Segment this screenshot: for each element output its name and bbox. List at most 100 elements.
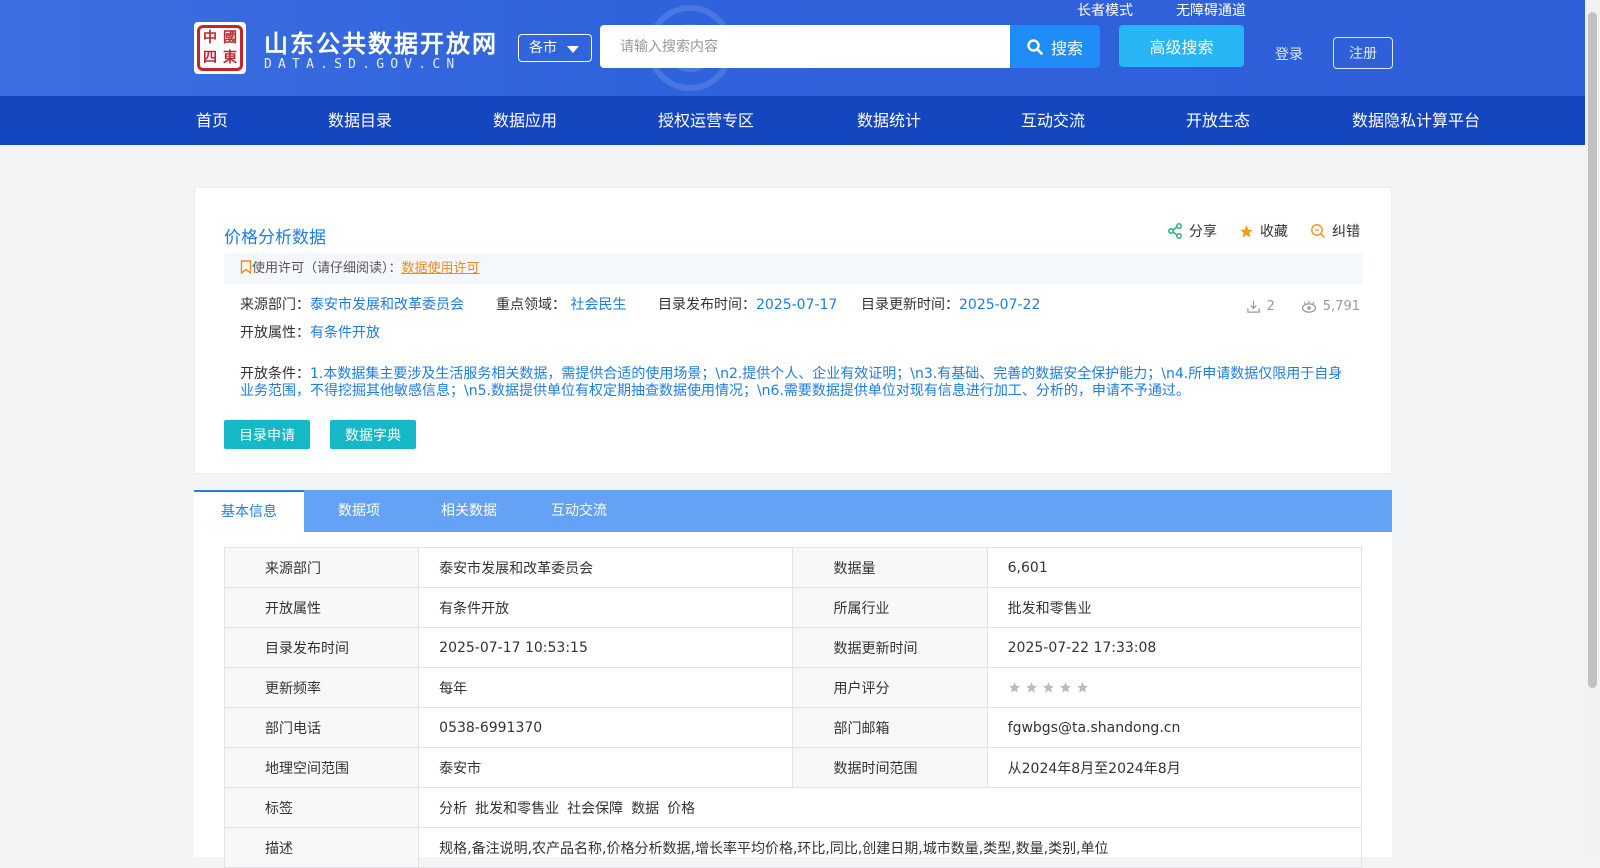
view-count: 5,791 <box>1301 299 1360 314</box>
meta-update-time: 目录更新时间：2025-07-22 <box>861 294 1040 314</box>
table-row: 标签 分析 批发和零售业 社会保障 数据 价格 <box>223 787 1362 828</box>
star-icon[interactable] <box>1042 681 1055 694</box>
report-error-button[interactable]: 纠错 <box>1310 221 1360 241</box>
table-row: 更新频率 每年 用户评分 <box>223 667 1363 708</box>
info-label: 数据量 <box>792 547 988 588</box>
share-button[interactable]: 分享 <box>1167 221 1217 241</box>
open-conditions: 开放条件：1.本数据集主要涉及生活服务相关数据，需提供合适的使用场景；\n2.提… <box>240 366 1350 400</box>
advanced-search-button[interactable]: 高级搜索 <box>1119 25 1244 67</box>
license-notice: 使用许可（请仔细阅读）：数据使用许可 <box>224 253 1362 284</box>
favorite-button[interactable]: 收藏 <box>1239 221 1288 241</box>
favorite-label: 收藏 <box>1260 224 1288 240</box>
seal-char: 四 <box>203 50 217 66</box>
tab-interaction[interactable]: 互动交流 <box>524 490 634 532</box>
login-link[interactable]: 登录 <box>1275 44 1303 64</box>
info-value: 0538-6991370 <box>418 707 794 748</box>
update-value: 2025-07-22 <box>959 297 1041 313</box>
register-button[interactable]: 注册 <box>1333 37 1393 69</box>
open-label: 开放属性： <box>240 325 310 341</box>
nav-item-home[interactable]: 首页 <box>196 96 228 145</box>
city-select-value: 各市 <box>529 40 557 56</box>
rating-stars[interactable] <box>1008 681 1361 694</box>
view-count-value: 5,791 <box>1322 299 1360 314</box>
table-row: 目录发布时间 2025-07-17 10:53:15 数据更新时间 2025-0… <box>223 627 1363 668</box>
info-value: 有条件开放 <box>418 587 794 628</box>
tag[interactable]: 批发和零售业 <box>475 801 559 817</box>
tab-basic-info[interactable]: 基本信息 <box>194 490 304 532</box>
info-label: 用户评分 <box>792 667 988 708</box>
search-input[interactable] <box>600 25 1010 68</box>
info-value: 泰安市 <box>418 747 794 788</box>
tab-related-data[interactable]: 相关数据 <box>414 490 524 532</box>
site-logo-seal[interactable]: 中 國 四 東 <box>194 22 246 74</box>
info-value: 2025-07-17 10:53:15 <box>418 627 794 668</box>
report-error-label: 纠错 <box>1332 224 1360 240</box>
tag[interactable]: 数据 <box>631 801 659 817</box>
city-select[interactable]: 各市 <box>518 34 592 62</box>
bookmark-icon <box>240 260 252 275</box>
elder-mode-link[interactable]: 长者模式 <box>1077 0 1133 20</box>
open-value: 有条件开放 <box>310 325 380 341</box>
star-icon[interactable] <box>1076 681 1089 694</box>
accessibility-link[interactable]: 无障碍通道 <box>1176 0 1246 20</box>
conditions-label: 开放条件： <box>240 366 310 382</box>
nav-item-ecosystem[interactable]: 开放生态 <box>1186 96 1250 145</box>
info-value: 2025-07-22 17:33:08 <box>986 627 1363 668</box>
update-label: 目录更新时间： <box>861 297 959 313</box>
star-icon[interactable] <box>1008 681 1021 694</box>
star-icon[interactable] <box>1025 681 1038 694</box>
download-icon <box>1246 300 1260 313</box>
seal-char: 中 <box>203 30 217 46</box>
download-count: 2 <box>1246 299 1275 314</box>
tag-list: 分析 批发和零售业 社会保障 数据 价格 <box>418 787 1362 828</box>
info-label: 部门邮箱 <box>792 707 988 748</box>
site-header: 中 國 四 東 山东公共数据开放网 DATA.SD.GOV.CN 长者模式 无障… <box>0 0 1585 96</box>
main-nav: 首页 数据目录 数据应用 授权运营专区 数据统计 互动交流 开放生态 数据隐私计… <box>0 96 1585 145</box>
domain-value[interactable]: 社会民生 <box>570 297 626 313</box>
table-row: 来源部门 泰安市发展和改革委员会 数据量 6,601 <box>223 547 1363 588</box>
tab-data-items[interactable]: 数据项 <box>304 490 414 532</box>
tag[interactable]: 价格 <box>667 801 695 817</box>
search-button[interactable]: 搜索 <box>1010 25 1100 68</box>
nav-item-catalog[interactable]: 数据目录 <box>328 96 392 145</box>
catalog-apply-button[interactable]: 目录申请 <box>224 420 310 449</box>
table-row: 地理空间范围 泰安市 数据时间范围 从2024年8月至2024年8月 <box>223 747 1363 788</box>
tag[interactable]: 社会保障 <box>567 801 623 817</box>
dataset-counts: 2 5,791 <box>1246 299 1360 314</box>
domain-label: 重点领域： <box>496 297 566 313</box>
info-label: 所属行业 <box>792 587 988 628</box>
nav-item-authorized-ops[interactable]: 授权运营专区 <box>658 96 754 145</box>
table-row: 开放属性 有条件开放 所属行业 批发和零售业 <box>223 587 1363 628</box>
search-icon <box>1027 38 1043 55</box>
dataset-title: 价格分析数据 <box>224 228 326 248</box>
info-label: 更新频率 <box>223 667 420 708</box>
download-count-value: 2 <box>1266 299 1275 314</box>
share-icon <box>1168 223 1182 239</box>
data-dictionary-button[interactable]: 数据字典 <box>330 420 416 449</box>
nav-item-privacy-computing[interactable]: 数据隐私计算平台 <box>1352 96 1480 145</box>
nav-item-statistics[interactable]: 数据统计 <box>857 96 921 145</box>
eye-icon <box>1301 300 1316 313</box>
nav-item-apps[interactable]: 数据应用 <box>493 96 557 145</box>
detail-tabs: 基本信息 数据项 相关数据 互动交流 <box>194 490 1392 532</box>
info-label: 描述 <box>223 827 420 868</box>
source-value[interactable]: 泰安市发展和改革委员会 <box>310 297 464 313</box>
license-link[interactable]: 数据使用许可 <box>402 261 480 276</box>
tag[interactable]: 分析 <box>439 801 467 817</box>
star-icon[interactable] <box>1059 681 1072 694</box>
scrollbar-thumb[interactable] <box>1588 12 1597 688</box>
meta-source: 来源部门：泰安市发展和改革委员会 <box>240 294 464 314</box>
user-rating <box>986 667 1363 708</box>
info-label: 部门电话 <box>223 707 420 748</box>
publish-value: 2025-07-17 <box>756 297 838 313</box>
info-value: 6,601 <box>986 547 1363 588</box>
info-value: 每年 <box>418 667 794 708</box>
site-title[interactable]: 山东公共数据开放网 <box>264 24 498 59</box>
dataset-detail-card: 价格分析数据 分享 收藏 纠错 使用许可（请仔细阅读）：数据使用许可 来源部门：… <box>194 187 1392 474</box>
info-description: 规格,备注说明,农产品名称,价格分析数据,增长率平均价格,环比,同比,创建日期,… <box>418 827 1362 868</box>
seal-char: 國 <box>223 30 237 46</box>
meta-domain: 重点领域： 社会民生 <box>496 294 626 314</box>
info-value: 泰安市发展和改革委员会 <box>418 547 794 588</box>
info-value: 批发和零售业 <box>986 587 1363 628</box>
nav-item-interaction[interactable]: 互动交流 <box>1021 96 1085 145</box>
